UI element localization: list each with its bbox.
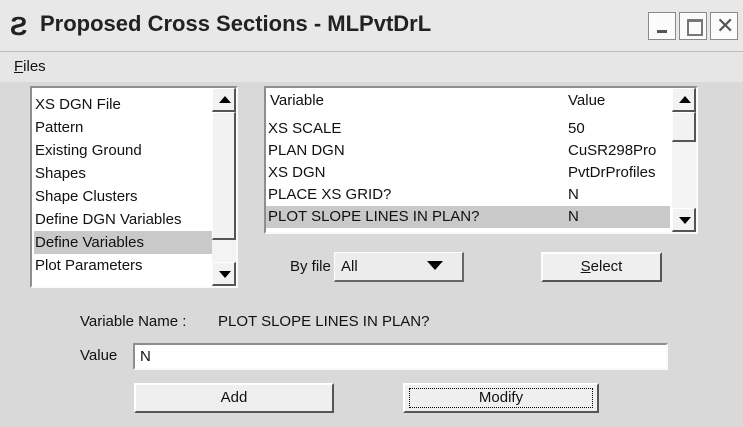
list-item[interactable]: XS DGN File <box>34 93 213 116</box>
scroll-down-button[interactable] <box>672 208 696 232</box>
by-file-label: By file <box>290 258 331 275</box>
focus-rectangle <box>409 388 593 408</box>
column-header-value[interactable]: Value <box>568 90 605 112</box>
app-icon: Ƨ <box>10 11 28 41</box>
list-item-selected[interactable]: Define Variables <box>34 231 213 254</box>
list-item[interactable]: Shapes <box>34 162 213 185</box>
table-scrollbar[interactable] <box>672 88 696 232</box>
table-cell-value: CuSR298Pro <box>568 142 657 159</box>
variable-name-label: Variable Name : <box>80 313 187 330</box>
minimize-button[interactable] <box>648 12 676 40</box>
value-input[interactable]: N <box>133 343 668 370</box>
value-label: Value <box>80 347 118 364</box>
dropdown-arrow-icon <box>427 261 443 270</box>
table-row[interactable]: PLACE XS GRID? N <box>266 184 670 206</box>
menu-bar <box>0 52 743 82</box>
table-row[interactable]: XS DGN PvtDrProfiles <box>266 162 670 184</box>
arrow-down-icon <box>219 271 231 278</box>
table-cell-variable: XS DGN <box>268 164 326 181</box>
table-cell-variable: PLAN DGN <box>268 142 345 159</box>
menu-files[interactable]: Files <box>14 58 46 75</box>
table-cell-variable: PLOT SLOPE LINES IN PLAN? <box>268 208 480 225</box>
table-cell-value: PvtDrProfiles <box>568 164 656 181</box>
list-item[interactable]: Plot Parameters <box>34 254 213 277</box>
scroll-up-button[interactable] <box>672 88 696 112</box>
list-item[interactable]: Pattern <box>34 116 213 139</box>
close-button[interactable]: ✕ <box>710 12 738 40</box>
close-icon: ✕ <box>716 13 735 38</box>
list-item[interactable]: Define DGN Variables <box>34 208 213 231</box>
list-item[interactable]: Shape Clusters <box>34 185 213 208</box>
table-row[interactable]: PLAN DGN CuSR298Pro <box>266 140 670 162</box>
table-cell-variable: XS SCALE <box>268 120 342 137</box>
table-cell-variable: PLACE XS GRID? <box>268 186 392 203</box>
modify-button[interactable]: Modify <box>403 383 599 413</box>
category-list[interactable]: XS DGN File Pattern Existing Ground Shap… <box>30 86 238 288</box>
scroll-down-button[interactable] <box>212 262 236 286</box>
variable-table[interactable]: Variable Value XS SCALE 50 PLAN DGN CuSR… <box>264 86 698 234</box>
scroll-up-button[interactable] <box>212 88 236 112</box>
arrow-down-icon <box>679 217 691 224</box>
table-cell-value: N <box>568 186 579 203</box>
variable-name-value: PLOT SLOPE LINES IN PLAN? <box>218 313 430 330</box>
list-scrollbar[interactable] <box>212 88 236 286</box>
by-file-dropdown[interactable]: All <box>334 252 464 282</box>
arrow-up-icon <box>679 96 691 103</box>
by-file-value: All <box>341 258 358 275</box>
window-title: Proposed Cross Sections - MLPvtDrL <box>40 11 432 36</box>
column-header-variable[interactable]: Variable <box>270 90 324 112</box>
table-cell-value: 50 <box>568 120 585 137</box>
add-button[interactable]: Add <box>134 383 334 413</box>
table-row-selected[interactable]: PLOT SLOPE LINES IN PLAN? N <box>266 206 670 228</box>
arrow-up-icon <box>219 96 231 103</box>
select-button[interactable]: Select <box>541 252 662 282</box>
table-cell-value: N <box>568 208 579 225</box>
list-item[interactable]: Existing Ground <box>34 139 213 162</box>
table-row[interactable]: XS SCALE 50 <box>266 118 670 140</box>
maximize-button[interactable] <box>679 12 707 40</box>
scroll-thumb[interactable] <box>672 112 696 142</box>
scroll-thumb[interactable] <box>212 112 236 240</box>
